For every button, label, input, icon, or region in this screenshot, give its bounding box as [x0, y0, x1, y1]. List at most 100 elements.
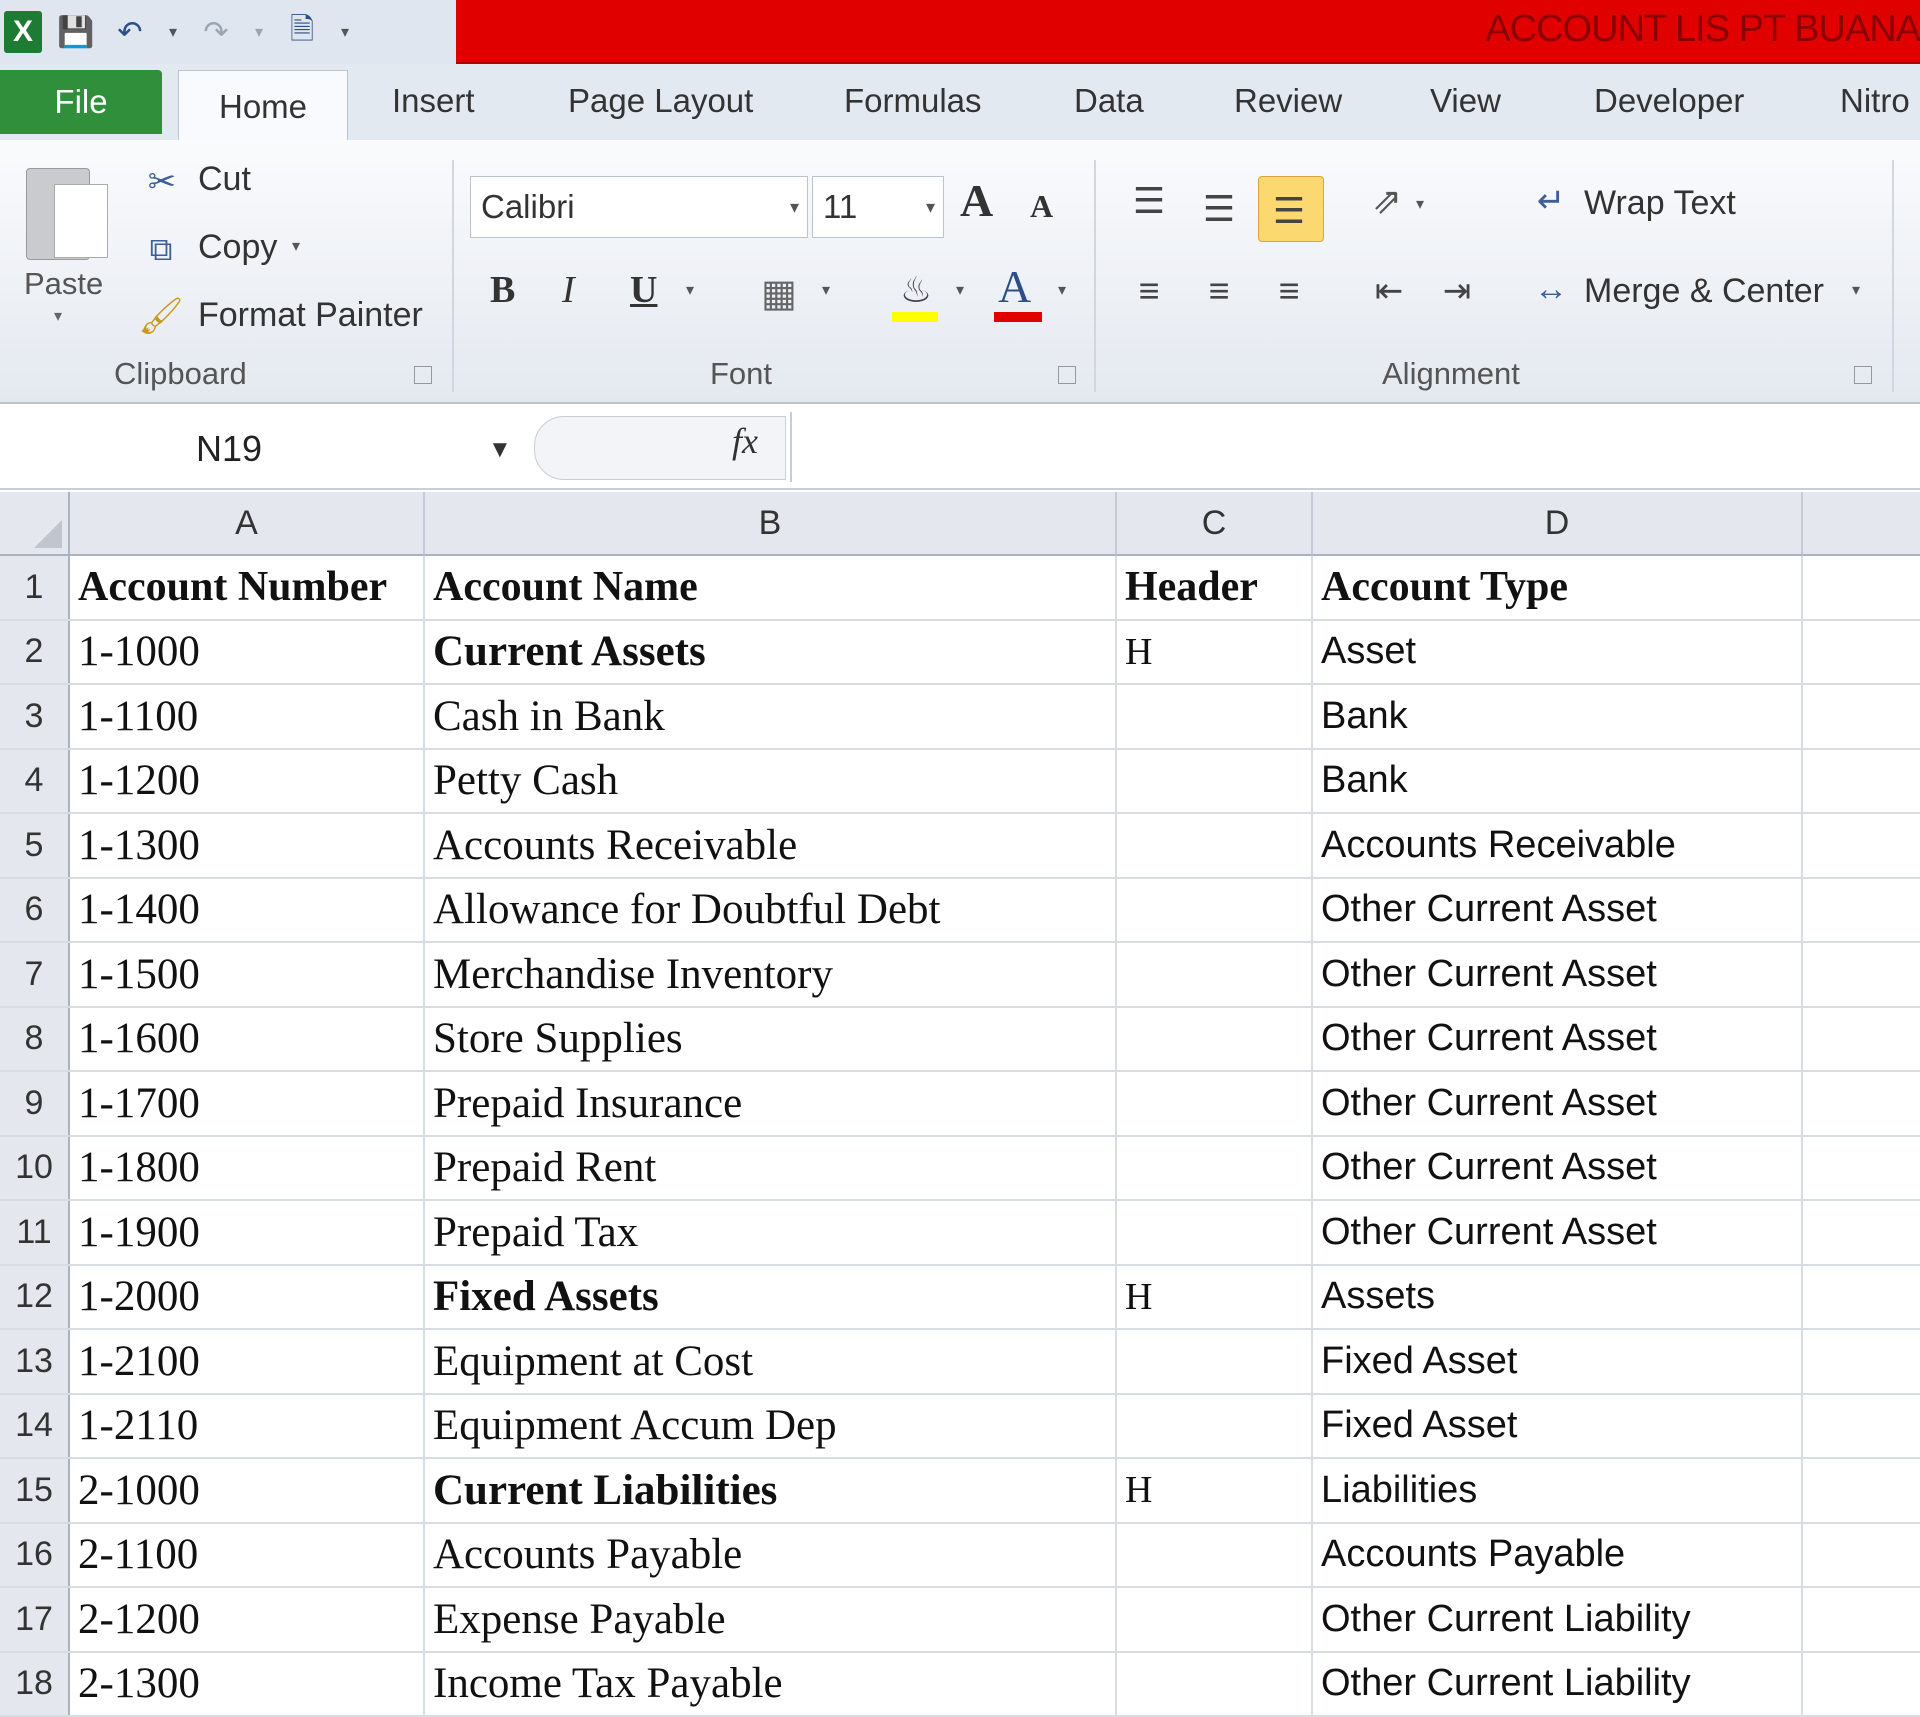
row-number[interactable]: 9 — [0, 1072, 70, 1135]
wrap-text-button[interactable]: Wrap Text — [1584, 184, 1736, 223]
shrink-font-button[interactable]: A — [1030, 188, 1053, 225]
cell-empty[interactable] — [1803, 1201, 1920, 1264]
column-header-d[interactable]: D — [1313, 492, 1803, 556]
fill-color-dropdown-icon[interactable]: ▾ — [956, 280, 964, 300]
cell-account-number[interactable]: 1-1200 — [70, 750, 425, 813]
cell-account-type[interactable]: Bank — [1313, 750, 1803, 813]
align-top-icon[interactable]: ☰ — [1124, 176, 1174, 226]
orientation-dropdown-icon[interactable]: ▾ — [1416, 194, 1424, 214]
cell-header[interactable]: H — [1117, 1459, 1313, 1522]
cell-account-name[interactable]: Prepaid Tax — [425, 1201, 1117, 1264]
row-number[interactable]: 16 — [0, 1524, 70, 1587]
cell-account-type[interactable]: Other Current Asset — [1313, 943, 1803, 1006]
cell-account-name[interactable]: Accounts Payable — [425, 1524, 1117, 1587]
tab-data[interactable]: Data — [1074, 82, 1144, 120]
cell-header[interactable] — [1117, 1588, 1313, 1651]
cell-header[interactable] — [1117, 1137, 1313, 1200]
cell-account-number[interactable]: 1-1100 — [70, 685, 425, 748]
cell-account-number[interactable]: 2-1000 — [70, 1459, 425, 1522]
borders-icon[interactable]: ▦ — [756, 268, 802, 318]
cell-header[interactable] — [1117, 1524, 1313, 1587]
copy-icon[interactable]: ⧉ — [138, 228, 184, 272]
tab-nitro[interactable]: Nitro — [1840, 82, 1910, 120]
font-name-select[interactable]: Calibri ▾ — [470, 176, 808, 238]
merge-center-button[interactable]: Merge & Center — [1584, 272, 1824, 311]
row-number[interactable]: 6 — [0, 879, 70, 942]
cell-account-type[interactable]: Accounts Payable — [1313, 1524, 1803, 1587]
chevron-down-icon[interactable]: ▾ — [790, 197, 799, 218]
cell-account-type[interactable]: Other Current Asset — [1313, 1137, 1803, 1200]
row-number[interactable]: 15 — [0, 1459, 70, 1522]
select-all-button[interactable] — [0, 492, 70, 556]
undo-dropdown-icon[interactable]: ▾ — [164, 12, 182, 52]
row-number[interactable]: 1 — [0, 556, 70, 619]
cell-account-name[interactable]: Expense Payable — [425, 1588, 1117, 1651]
paste-dropdown-icon[interactable]: ▾ — [54, 306, 62, 326]
cell-empty[interactable] — [1803, 1266, 1920, 1329]
cell-account-type[interactable]: Other Current Liability — [1313, 1588, 1803, 1651]
cell-account-type[interactable]: Bank — [1313, 685, 1803, 748]
chevron-down-icon[interactable]: ▼ — [488, 436, 512, 464]
merge-center-dropdown-icon[interactable]: ▾ — [1852, 280, 1860, 300]
cell-account-name[interactable]: Current Assets — [425, 621, 1117, 684]
align-center-icon[interactable]: ≡ — [1194, 266, 1244, 316]
cell-empty[interactable] — [1803, 1395, 1920, 1458]
cell-account-number[interactable]: 1-1600 — [70, 1008, 425, 1071]
cell-account-type[interactable]: Accounts Receivable — [1313, 814, 1803, 877]
align-middle-icon[interactable]: ☰ — [1194, 184, 1244, 234]
row-number[interactable]: 2 — [0, 621, 70, 684]
paste-icon[interactable] — [26, 160, 110, 264]
cell-header[interactable] — [1117, 943, 1313, 1006]
clipboard-launcher-icon[interactable] — [414, 366, 432, 384]
borders-dropdown-icon[interactable]: ▾ — [822, 280, 830, 300]
row-number[interactable]: 3 — [0, 685, 70, 748]
column-header-e[interactable] — [1803, 492, 1920, 556]
cell-empty[interactable] — [1803, 1459, 1920, 1522]
scissors-icon[interactable]: ✂ — [142, 160, 182, 204]
cell-account-number[interactable]: 2-1200 — [70, 1588, 425, 1651]
row-number[interactable]: 18 — [0, 1653, 70, 1716]
cell-header[interactable]: H — [1117, 1266, 1313, 1329]
grow-font-button[interactable]: A — [960, 174, 993, 227]
row-number[interactable]: 13 — [0, 1330, 70, 1393]
cell-empty[interactable] — [1803, 685, 1920, 748]
tab-file[interactable]: File — [0, 70, 162, 134]
cell-empty[interactable] — [1803, 621, 1920, 684]
cell-header[interactable] — [1117, 750, 1313, 813]
cell-account-number[interactable]: 1-1000 — [70, 621, 425, 684]
cell-account-number[interactable]: Account Number — [70, 556, 425, 619]
cell-account-name[interactable]: Equipment Accum Dep — [425, 1395, 1117, 1458]
cell-account-number[interactable]: 1-1500 — [70, 943, 425, 1006]
format-painter-button[interactable]: Format Painter — [198, 296, 423, 335]
orientation-icon[interactable]: ⇗ — [1362, 176, 1412, 226]
save-icon[interactable]: 💾 — [56, 12, 96, 52]
cell-account-name[interactable]: Allowance for Doubtful Debt — [425, 879, 1117, 942]
cell-header[interactable] — [1117, 1008, 1313, 1071]
format-painter-icon[interactable]: 🖌 — [138, 294, 184, 338]
cell-header[interactable] — [1117, 1072, 1313, 1135]
cell-account-type[interactable]: Fixed Asset — [1313, 1395, 1803, 1458]
align-left-icon[interactable]: ≡ — [1124, 266, 1174, 316]
underline-button[interactable]: U — [630, 268, 657, 312]
cell-account-name[interactable]: Income Tax Payable — [425, 1653, 1117, 1716]
fill-color-icon[interactable]: ♨ — [892, 264, 940, 316]
tab-home[interactable]: Home — [178, 70, 348, 142]
row-number[interactable]: 4 — [0, 750, 70, 813]
new-document-icon[interactable]: 🗎 — [282, 12, 322, 52]
row-number[interactable]: 17 — [0, 1588, 70, 1651]
underline-dropdown-icon[interactable]: ▾ — [686, 280, 694, 300]
redo-icon[interactable]: ↷ — [196, 12, 236, 52]
row-number[interactable]: 10 — [0, 1137, 70, 1200]
cell-empty[interactable] — [1803, 1072, 1920, 1135]
tab-formulas[interactable]: Formulas — [844, 82, 982, 120]
cell-empty[interactable] — [1803, 879, 1920, 942]
cell-account-type[interactable]: Liabilities — [1313, 1459, 1803, 1522]
cell-account-number[interactable]: 1-2000 — [70, 1266, 425, 1329]
font-launcher-icon[interactable] — [1058, 366, 1076, 384]
row-number[interactable]: 12 — [0, 1266, 70, 1329]
cell-account-number[interactable]: 1-1400 — [70, 879, 425, 942]
cell-header[interactable]: H — [1117, 621, 1313, 684]
cell-header[interactable] — [1117, 685, 1313, 748]
cell-account-type[interactable]: Assets — [1313, 1266, 1803, 1329]
cell-account-type[interactable]: Asset — [1313, 621, 1803, 684]
